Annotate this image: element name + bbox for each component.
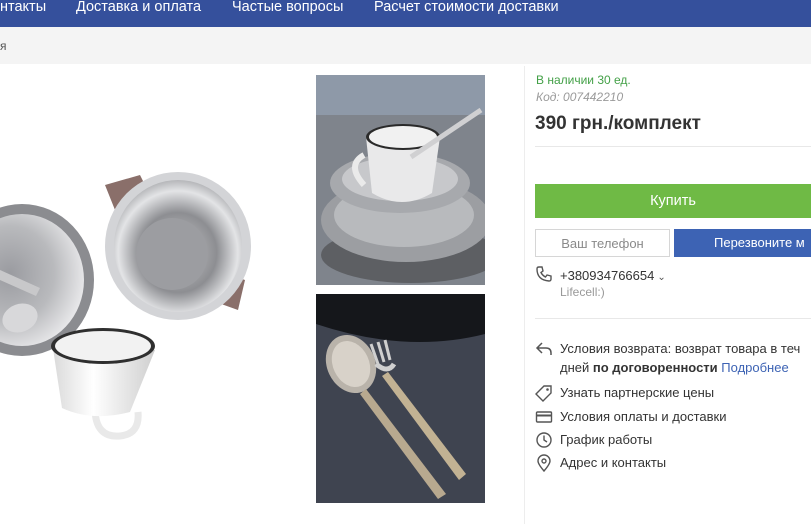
payment-delivery-link[interactable]: Условия оплаты и доставки xyxy=(560,409,726,424)
main-product-image[interactable] xyxy=(0,150,300,450)
column-divider xyxy=(524,66,525,524)
location-pin-icon xyxy=(535,454,553,473)
phone-number: +380934766654 xyxy=(560,268,655,283)
schedule-row[interactable]: График работы xyxy=(535,430,811,450)
tag-icon xyxy=(535,384,553,402)
product-price: 390 грн./комплект xyxy=(535,113,701,134)
product-thumbnail[interactable] xyxy=(316,294,485,503)
buy-button[interactable]: Купить xyxy=(535,184,811,218)
product-thumbnail[interactable] xyxy=(316,75,485,285)
thumbnail-spoon-fork-drawing xyxy=(316,294,485,503)
nav-link-delivery-calc[interactable]: Расчет стоимости доставки xyxy=(374,0,559,14)
more-details-link[interactable]: Подробнее xyxy=(721,360,788,375)
payment-delivery-row[interactable]: Условия оплаты и доставки xyxy=(535,407,811,427)
return-conditions: Условия возврата: возврат товара в теч xyxy=(535,339,811,359)
availability-status: В наличии 30 ед. xyxy=(536,73,631,87)
phone-number-dropdown[interactable]: +380934766654 ⌄ xyxy=(560,268,666,283)
thumbnail-cup-plate-drawing xyxy=(316,75,485,285)
breadcrumb: я xyxy=(0,27,811,64)
callback-button[interactable]: Перезвоните м xyxy=(674,229,811,257)
return-conditions-detail: дней по договоренности Подробнее xyxy=(560,360,789,375)
card-icon xyxy=(535,408,553,426)
divider xyxy=(535,146,811,147)
phone-input[interactable] xyxy=(535,229,670,257)
return-days-text: дней xyxy=(560,360,593,375)
return-arrow-icon xyxy=(535,340,553,358)
chevron-down-icon: ⌄ xyxy=(657,272,666,283)
phone-icon xyxy=(535,265,553,283)
phone-operator: Lifecell:) xyxy=(560,285,605,299)
return-conditions-label: Условия возврата: возврат товара в теч xyxy=(560,341,801,356)
top-nav: нтакты Доставка и оплата Частые вопросы … xyxy=(0,0,811,27)
schedule-link[interactable]: График работы xyxy=(560,432,652,447)
product-photo-drawing xyxy=(0,172,251,440)
partner-prices-link[interactable]: Узнать партнерские цены xyxy=(560,385,714,400)
product-code: Код: 007442210 xyxy=(536,90,624,104)
nav-link-faq[interactable]: Частые вопросы xyxy=(232,0,343,14)
address-link[interactable]: Адрес и контакты xyxy=(560,455,666,470)
nav-link-contacts[interactable]: нтакты xyxy=(0,0,46,14)
partner-prices-row[interactable]: Узнать партнерские цены xyxy=(535,383,811,403)
clock-icon xyxy=(535,431,553,449)
divider xyxy=(535,318,811,319)
address-row[interactable]: Адрес и контакты xyxy=(535,453,811,473)
return-terms: по договоренности xyxy=(592,360,718,375)
nav-link-delivery-payment[interactable]: Доставка и оплата xyxy=(76,0,201,14)
breadcrumb-item[interactable]: я xyxy=(0,39,7,53)
